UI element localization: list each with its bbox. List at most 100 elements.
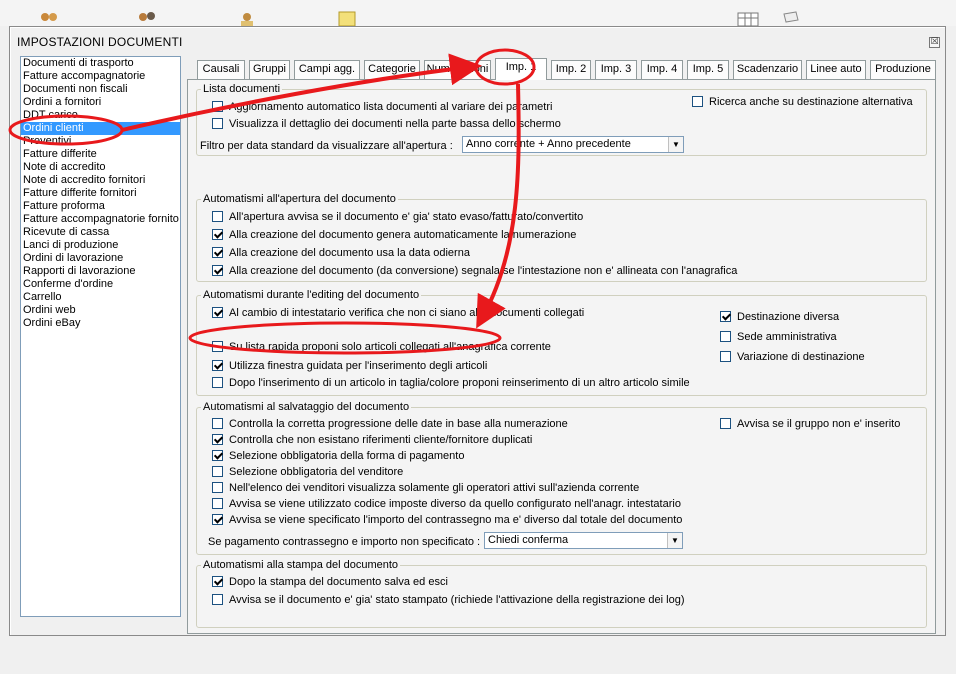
doc-list-item[interactable]: Fatture differite — [21, 148, 180, 161]
group-icon[interactable] — [136, 10, 158, 26]
option-lista-rapida[interactable]: Su lista rapida proponi solo articoli co… — [212, 341, 551, 354]
option-gia-stampato[interactable]: Avvisa se il documento e' gia' stato sta… — [212, 594, 685, 607]
checkbox[interactable] — [212, 594, 223, 605]
notes-icon[interactable] — [336, 10, 358, 26]
doc-list-item[interactable]: Fatture accompagnatorie fornito — [21, 213, 180, 226]
doc-list-item[interactable]: DDT carico — [21, 109, 180, 122]
tab-imp-3[interactable]: Imp. 3 — [595, 60, 637, 79]
tab-imp-4[interactable]: Imp. 4 — [641, 60, 683, 79]
checkbox-checked[interactable] — [212, 265, 223, 276]
tab-campi-agg[interactable]: Campi agg. — [294, 60, 360, 79]
doc-list-item[interactable]: Note di accredito — [21, 161, 180, 174]
doc-list-item[interactable]: Ordini clienti — [21, 122, 180, 135]
users-icon[interactable] — [38, 10, 60, 26]
option-cambio-intestatario[interactable]: Al cambio di intestatario verifica che n… — [212, 307, 584, 320]
option-venditore[interactable]: Selezione obbligatoria del venditore — [212, 466, 403, 479]
checkbox[interactable] — [720, 418, 731, 429]
option-riferimenti-duplicati[interactable]: Controlla che non esistano riferimenti c… — [212, 434, 532, 447]
checkbox-checked[interactable] — [212, 247, 223, 258]
tab-produzione[interactable]: Produzione — [870, 60, 936, 79]
option-aggiornamento-automatico[interactable]: Aggiornamento automatico lista documenti… — [212, 101, 552, 114]
checkbox-checked[interactable] — [212, 576, 223, 587]
filter-date-select[interactable]: Anno corrente + Anno precedente ▼ — [462, 136, 684, 153]
checkbox[interactable] — [212, 101, 223, 112]
checkbox-checked[interactable] — [212, 514, 223, 525]
checkbox[interactable] — [720, 331, 731, 342]
doc-list-item[interactable]: Lanci di produzione — [21, 239, 180, 252]
doc-list-item[interactable]: Fatture differite fornitori — [21, 187, 180, 200]
checkbox-checked[interactable] — [212, 434, 223, 445]
checkbox[interactable] — [212, 466, 223, 477]
doc-list-item[interactable]: Fatture accompagnatorie — [21, 70, 180, 83]
option-label: Alla creazione del documento (da convers… — [229, 265, 738, 277]
option-codice-imposte[interactable]: Avvisa se viene utilizzato codice impost… — [212, 498, 681, 511]
option-label: Al cambio di intestatario verifica che n… — [229, 307, 585, 319]
checkbox[interactable] — [212, 118, 223, 129]
tab-categorie[interactable]: Categorie — [364, 60, 420, 79]
doc-list-item[interactable]: Rapporti di lavorazione — [21, 265, 180, 278]
doc-list-item[interactable]: Documenti di trasporto — [21, 57, 180, 70]
checkbox-checked[interactable] — [212, 360, 223, 371]
contrassegno-select[interactable]: Chiedi conferma ▼ — [484, 532, 683, 549]
checkbox-checked[interactable] — [212, 450, 223, 461]
worker-icon[interactable] — [236, 10, 258, 26]
tab-linee-auto[interactable]: Linee auto — [806, 60, 866, 79]
checkbox[interactable] — [212, 418, 223, 429]
option-visualizza-dettaglio[interactable]: Visualizza il dettaglio dei documenti ne… — [212, 118, 561, 131]
chevron-down-icon[interactable]: ▼ — [668, 137, 683, 152]
checkbox[interactable] — [212, 211, 223, 222]
option-data-odierna[interactable]: Alla creazione del documento usa la data… — [212, 247, 470, 260]
doc-list-item[interactable]: Carrello — [21, 291, 180, 304]
option-label: Avvisa se viene utilizzato codice impost… — [229, 498, 681, 510]
checkbox[interactable] — [212, 498, 223, 509]
close-icon[interactable]: ☒ — [929, 37, 940, 48]
checkbox[interactable] — [720, 351, 731, 362]
checkbox-checked[interactable] — [720, 311, 731, 322]
option-variazione-destinazione[interactable]: Variazione di destinazione — [720, 351, 865, 364]
option-taglia-colore[interactable]: Dopo l'inserimento di un articolo in tag… — [212, 377, 690, 390]
doc-list-item[interactable]: Ordini eBay — [21, 317, 180, 330]
doc-list-item[interactable]: Documenti non fiscali — [21, 83, 180, 96]
checkbox-checked[interactable] — [212, 307, 223, 318]
tab-imp-5[interactable]: Imp. 5 — [687, 60, 729, 79]
option-progressione-date[interactable]: Controlla la corretta progressione delle… — [212, 418, 568, 431]
option-destinazione-diversa[interactable]: Destinazione diversa — [720, 311, 839, 324]
doc-list-item[interactable]: Ricevute di cassa — [21, 226, 180, 239]
option-genera-numerazione[interactable]: Alla creazione del documento genera auto… — [212, 229, 576, 242]
tab-gruppi[interactable]: Gruppi — [249, 60, 290, 79]
doc-list-item[interactable]: Conferme d'ordine — [21, 278, 180, 291]
checkbox[interactable] — [212, 482, 223, 493]
scroll-icon[interactable] — [780, 10, 802, 26]
group-legend: Automatismi alla stampa del documento — [203, 559, 399, 571]
option-label: Utilizza finestra guidata per l'inserime… — [229, 360, 488, 372]
doc-list-item[interactable]: Ordini web — [21, 304, 180, 317]
chevron-down-icon[interactable]: ▼ — [667, 533, 682, 548]
tab-imp-2[interactable]: Imp. 2 — [551, 60, 591, 79]
option-finestra-guidata[interactable]: Utilizza finestra guidata per l'inserime… — [212, 360, 487, 373]
tab-causali[interactable]: Causali — [197, 60, 245, 79]
tab-numerazioni[interactable]: Numerazioni — [424, 60, 491, 79]
option-gruppo-non-inserito[interactable]: Avvisa se il gruppo non e' inserito — [720, 418, 900, 431]
document-type-list[interactable]: Documenti di trasporto Fatture accompagna… — [20, 56, 181, 617]
option-segnala-intestazione[interactable]: Alla creazione del documento (da convers… — [212, 265, 737, 278]
checkbox-checked[interactable] — [212, 229, 223, 240]
checkbox[interactable] — [212, 341, 223, 352]
tab-scadenzario[interactable]: Scadenzario — [733, 60, 802, 79]
option-label: Aggiornamento automatico lista documenti… — [229, 101, 553, 113]
option-importo-contrassegno[interactable]: Avvisa se viene specificato l'importo de… — [212, 514, 682, 527]
option-forma-pagamento[interactable]: Selezione obbligatoria della forma di pa… — [212, 450, 464, 463]
option-ricerca-destinazione[interactable]: Ricerca anche su destinazione alternativ… — [692, 96, 913, 109]
doc-list-item[interactable]: Ordini a fornitori — [21, 96, 180, 109]
checkbox[interactable] — [212, 377, 223, 388]
doc-list-item[interactable]: Note di accredito fornitori — [21, 174, 180, 187]
doc-list-item[interactable]: Preventivi — [21, 135, 180, 148]
option-avvisa-evaso[interactable]: All'apertura avvisa se il documento e' g… — [212, 211, 583, 224]
tab-imp-1[interactable]: Imp. 1 — [495, 58, 547, 80]
table-icon[interactable] — [737, 10, 759, 26]
option-sede-amministrativa[interactable]: Sede amministrativa — [720, 331, 837, 344]
doc-list-item[interactable]: Ordini di lavorazione — [21, 252, 180, 265]
doc-list-item[interactable]: Fatture proforma — [21, 200, 180, 213]
option-venditori-attivi[interactable]: Nell'elenco dei venditori visualizza sol… — [212, 482, 639, 495]
option-salva-ed-esci[interactable]: Dopo la stampa del documento salva ed es… — [212, 576, 448, 589]
checkbox[interactable] — [692, 96, 703, 107]
